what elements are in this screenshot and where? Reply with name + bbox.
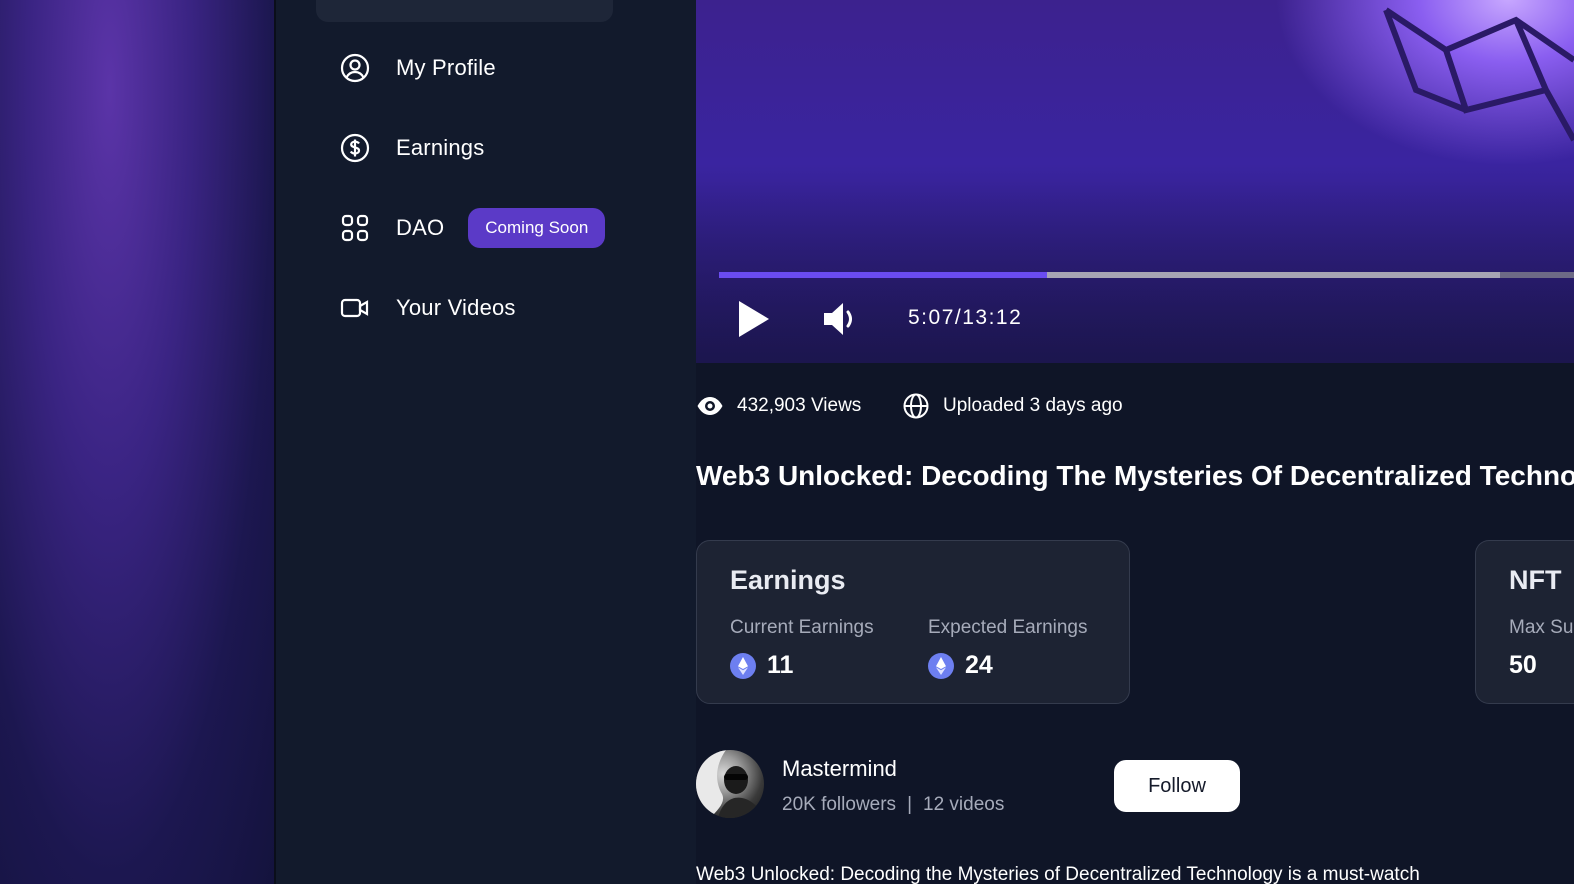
current-earnings-value: 11 (730, 651, 793, 680)
nft-card-label: Max Su (1509, 617, 1574, 638)
views-count: 432,903 Views (696, 392, 861, 420)
nft-card-value: 50 (1509, 651, 1537, 679)
ethereum-icon (928, 652, 954, 679)
background-gradient-strip (0, 0, 274, 884)
video-frame-structure (1383, 7, 1574, 142)
videos-count: 12 videos (923, 794, 1005, 815)
earnings-card-title: Earnings (730, 565, 846, 595)
earnings-card: Earnings Current Earnings 11 Expected Ea… (696, 540, 1130, 704)
upload-date: Uploaded 3 days ago (902, 392, 1123, 420)
video-player[interactable]: 5:07/13:12 (696, 0, 1574, 363)
nft-card-title: NFT (1509, 565, 1562, 595)
creator-stats: 20K followers | 12 videos (782, 794, 1004, 816)
expected-earnings-value: 24 (928, 651, 993, 680)
stats-separator: | (907, 794, 912, 815)
views-text: 432,903 Views (737, 395, 862, 416)
followers-count: 20K followers (782, 794, 897, 815)
video-title: Web3 Unlocked: Decoding The Mysteries Of… (696, 460, 1574, 491)
grid-icon (340, 213, 370, 243)
ethereum-icon (730, 652, 756, 679)
video-progress-bar[interactable] (719, 272, 1047, 278)
nft-card: NFT Max Su 50 (1475, 540, 1574, 704)
coming-soon-badge: Coming Soon (468, 208, 606, 248)
sidebar-item-label: Your Videos (396, 295, 516, 320)
video-time: 5:07/13:12 (908, 306, 1023, 329)
avatar[interactable] (696, 750, 764, 818)
play-icon[interactable] (736, 298, 772, 340)
globe-icon (903, 393, 929, 419)
sidebar: My Profile Earnings DAO Coming Soon Your… (274, 0, 696, 884)
sidebar-item-label: DAO (396, 215, 445, 240)
sidebar-item-active[interactable] (316, 0, 613, 22)
current-earnings-label: Current Earnings (730, 617, 874, 638)
current-earnings-amount: 11 (767, 651, 794, 679)
sidebar-item-label: My Profile (396, 55, 496, 80)
expected-earnings-label: Expected Earnings (928, 617, 1088, 638)
avatar-portrait (696, 750, 764, 818)
volume-icon[interactable] (820, 299, 860, 339)
sidebar-item-dao[interactable]: DAO Coming Soon (340, 208, 606, 248)
user-circle-icon (340, 53, 370, 83)
video-camera-icon (340, 293, 370, 323)
sidebar-item-label: Earnings (396, 135, 485, 160)
dollar-circle-icon (340, 133, 370, 163)
eye-icon (697, 397, 723, 415)
video-description: Web3 Unlocked: Decoding the Mysteries of… (696, 864, 1420, 884)
sidebar-item-my-profile[interactable]: My Profile (340, 48, 496, 88)
sidebar-item-your-videos[interactable]: Your Videos (340, 288, 516, 328)
upload-text: Uploaded 3 days ago (943, 395, 1123, 416)
expected-earnings-amount: 24 (965, 651, 993, 679)
sidebar-item-earnings[interactable]: Earnings (340, 128, 484, 168)
follow-button[interactable]: Follow (1114, 760, 1240, 812)
creator-name[interactable]: Mastermind (782, 756, 897, 782)
